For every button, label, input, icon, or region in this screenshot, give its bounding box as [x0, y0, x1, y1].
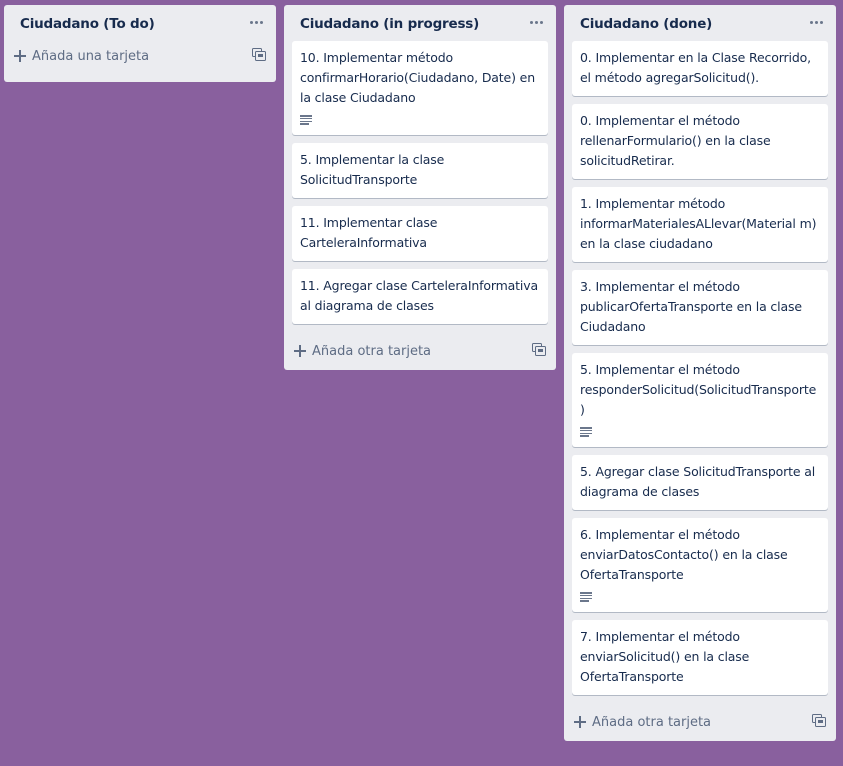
list-header[interactable]: Ciudadano (in progress)	[284, 5, 556, 41]
list-header[interactable]: Ciudadano (To do)	[4, 5, 276, 41]
list-header[interactable]: Ciudadano (done)	[564, 5, 836, 41]
card[interactable]: 1. Implementar método informarMateriales…	[572, 187, 828, 262]
card-title: 5. Implementar la clase SolicitudTranspo…	[300, 152, 445, 187]
more-horizontal-icon	[249, 20, 263, 24]
card-template-icon[interactable]	[532, 343, 546, 356]
card-title: 11. Implementar clase CarteleraInformati…	[300, 215, 438, 250]
card-title: 10. Implementar método confirmarHorario(…	[300, 50, 535, 105]
more-horizontal-icon	[809, 20, 823, 24]
card-title: 5. Agregar clase SolicitudTransporte al …	[580, 464, 816, 499]
plus-icon	[574, 716, 586, 728]
card-title: 0. Implementar el método rellenarFormula…	[580, 113, 771, 168]
list-menu-button[interactable]	[524, 11, 548, 33]
card-title: 6. Implementar el método enviarDatosCont…	[580, 527, 788, 582]
card-title: 5. Implementar el método responderSolici…	[580, 362, 817, 417]
more-horizontal-icon	[529, 20, 543, 24]
add-card-button[interactable]: Añada otra tarjeta	[574, 709, 792, 735]
add-card-label: Añada una tarjeta	[32, 48, 150, 64]
card[interactable]: 0. Implementar el método rellenarFormula…	[572, 104, 828, 179]
description-icon	[300, 115, 312, 125]
card[interactable]: 11. Agregar clase CarteleraInformativa a…	[292, 269, 548, 324]
card-title: 1. Implementar método informarMateriales…	[580, 196, 817, 251]
list-done: Ciudadano (done) 0. Implementar en la Cl…	[564, 5, 836, 741]
list-title[interactable]: Ciudadano (done)	[580, 16, 712, 32]
card-template-icon[interactable]	[812, 714, 826, 727]
card-title: 7. Implementar el método enviarSolicitud…	[580, 629, 750, 684]
card-composer: Añada otra tarjeta	[284, 332, 556, 370]
card[interactable]: 5. Implementar el método responderSolici…	[572, 353, 828, 447]
card-template-icon[interactable]	[252, 48, 266, 61]
card-composer: Añada una tarjeta	[4, 41, 276, 82]
card[interactable]: 5. Agregar clase SolicitudTransporte al …	[572, 455, 828, 510]
description-icon	[580, 592, 592, 602]
plus-icon	[294, 345, 306, 357]
list-title[interactable]: Ciudadano (To do)	[20, 16, 155, 32]
list-menu-button[interactable]	[244, 11, 268, 33]
card[interactable]: 0. Implementar en la Clase Recorrido, el…	[572, 41, 828, 96]
card[interactable]: 11. Implementar clase CarteleraInformati…	[292, 206, 548, 261]
list-in-progress: Ciudadano (in progress) 10. Implementar …	[284, 5, 556, 370]
add-card-button[interactable]: Añada una tarjeta	[14, 43, 232, 69]
card-list: 0. Implementar en la Clase Recorrido, el…	[564, 41, 836, 695]
card[interactable]: 10. Implementar método confirmarHorario(…	[292, 41, 548, 135]
card[interactable]: 3. Implementar el método publicarOfertaT…	[572, 270, 828, 345]
add-card-button[interactable]: Añada otra tarjeta	[294, 338, 512, 364]
card-title: 0. Implementar en la Clase Recorrido, el…	[580, 50, 811, 85]
card[interactable]: 7. Implementar el método enviarSolicitud…	[572, 620, 828, 695]
add-card-label: Añada otra tarjeta	[592, 714, 712, 730]
card[interactable]: 5. Implementar la clase SolicitudTranspo…	[292, 143, 548, 198]
card-composer: Añada otra tarjeta	[564, 703, 836, 741]
add-card-label: Añada otra tarjeta	[312, 343, 432, 359]
card-title: 11. Agregar clase CarteleraInformativa a…	[300, 278, 539, 313]
plus-icon	[14, 50, 26, 62]
list-menu-button[interactable]	[804, 11, 828, 33]
list-todo: Ciudadano (To do) Añada una tarjeta	[4, 5, 276, 82]
card[interactable]: 6. Implementar el método enviarDatosCont…	[572, 518, 828, 612]
description-icon	[580, 427, 592, 437]
list-title[interactable]: Ciudadano (in progress)	[300, 16, 479, 32]
card-title: 3. Implementar el método publicarOfertaT…	[580, 279, 802, 334]
card-list: 10. Implementar método confirmarHorario(…	[284, 41, 556, 324]
